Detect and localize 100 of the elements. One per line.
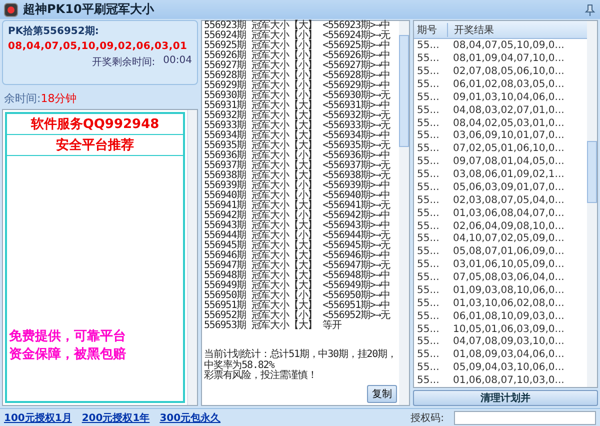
table-cell-text: 55... xyxy=(416,194,440,206)
table-cell-text: 55... xyxy=(416,375,440,386)
table-cell-text: 09,07,08,01,04,05,0... xyxy=(452,156,564,168)
table-cell-text: 02,06,04,09,08,10,0... xyxy=(452,220,564,232)
table-cell-text: 05,09,04,03,10,06,0... xyxy=(452,362,564,374)
table-cell-text: 55... xyxy=(416,78,440,90)
table-cell-text: 02,07,08,05,06,10,0... xyxy=(452,66,564,77)
table-cell-text: 02,03,08,07,05,04,0... xyxy=(452,194,564,206)
table-cell-text: 04,10,07,02,05,09,0... xyxy=(452,233,564,244)
pin-icon[interactable] xyxy=(584,4,596,16)
remaining-value: 18分钟 xyxy=(40,91,77,106)
log-line: 556950期 冠军大小【小】 <556950期>→中 xyxy=(204,291,392,301)
table-cell-text: 07,05,08,03,06,04,0... xyxy=(452,272,564,283)
summary-text: 当前计划统计：总计51期，中30期，挂20期，中奖率为58.82% xyxy=(204,349,397,371)
log-line: 556933期 冠军大小【大】 <556933期>→无 xyxy=(204,121,392,131)
copy-button[interactable]: 复制 xyxy=(367,385,397,403)
table-cell-text: 55... xyxy=(416,92,440,103)
app-icon xyxy=(4,2,18,16)
table-cell-text: 55... xyxy=(416,208,440,219)
log-line: 556953期 冠军大小【大】 等开 xyxy=(204,321,343,331)
remaining-label: 余时间: xyxy=(4,91,41,106)
table-cell-text: 01,03,06,08,04,07,0... xyxy=(452,208,564,219)
table-cell-text: 55... xyxy=(416,169,440,180)
table-cell-text: 08,04,02,05,03,01,0... xyxy=(452,118,564,128)
table-cell-text: 01,03,10,06,02,08,0... xyxy=(452,298,564,309)
table-cell-text: 55... xyxy=(416,40,440,52)
table-cell-text: 03,06,09,10,01,07,0... xyxy=(452,130,564,142)
log-line: 556945期 冠军大小【大】 <556945期>→无 xyxy=(204,241,392,251)
table-cell-text: 55... xyxy=(416,324,440,334)
table-cell-text: 01,09,03,08,10,06,0... xyxy=(452,284,564,296)
table-cell-text: 55... xyxy=(416,349,440,360)
table-cell-text: 03,01,06,10,05,09,0... xyxy=(452,259,564,270)
table-cell-text: 01,06,08,07,10,03,0... xyxy=(452,375,564,386)
table-cell-text: 55... xyxy=(416,156,440,168)
license-link[interactable]: 200元授权1年 xyxy=(82,410,150,424)
scrollbar[interactable] xyxy=(587,21,597,387)
log-line: 556939期 冠军大小【小】 <556939期>→中 xyxy=(204,181,392,191)
draw-numbers: 08,04,07,05,10,09,02,06,03,01 xyxy=(8,41,188,52)
log-line: 556940期 冠军大小【小】 <556940期>→中 xyxy=(204,191,392,201)
table-cell-text: 08,01,09,04,07,10,0... xyxy=(452,53,564,64)
log-line: 556943期 冠军大小【大】 <556943期>→中 xyxy=(204,221,392,231)
table-cell-text: 04,08,03,02,07,01,0... xyxy=(452,104,564,116)
table-cell-text: 07,02,05,01,06,10,0... xyxy=(452,143,564,154)
log-line: 556928期 冠军大小【小】 <556928期>→中 xyxy=(204,71,392,81)
log-line: 556923期 冠军大小【大】 <556923期>→中 xyxy=(204,21,392,31)
auth-code-field[interactable] xyxy=(454,410,596,424)
log-line: 556942期 冠军大小【小】 <556942期>→中 xyxy=(204,211,392,221)
log-line: 556927期 冠军大小【小】 <556927期>→中 xyxy=(204,61,392,71)
license-link[interactable]: 300元包永久 xyxy=(160,410,221,424)
log-line: 556941期 冠军大小【大】 <556941期>→无 xyxy=(204,201,392,211)
log-line: 556948期 冠军大小【大】 <556948期>→中 xyxy=(204,271,392,281)
log-line: 556930期 冠军大小【小】 <556930期>→无 xyxy=(204,91,392,101)
table-cell-text: 55... xyxy=(416,272,440,283)
table-cell-text: 55... xyxy=(416,246,440,258)
log-line: 556947期 冠军大小【大】 <556947期>→无 xyxy=(204,261,392,271)
table-cell-text: 55... xyxy=(416,220,440,232)
ad-text: 软件服务QQ992948 xyxy=(7,114,183,135)
table-cell-text: 55... xyxy=(416,118,440,128)
log-line: 556929期 冠军大小【小】 <556929期>→中 xyxy=(204,81,392,91)
column-header[interactable]: 期号 xyxy=(414,22,448,37)
log-line: 556934期 冠军大小【大】 <556934期>→中 xyxy=(204,131,392,141)
table-cell-text: 05,08,07,01,06,09,0... xyxy=(452,246,564,258)
window-title: 超神PK10平刷冠军大小 xyxy=(23,1,154,18)
table-cell-text: 55... xyxy=(416,66,440,77)
table-cell-text: 10,05,01,06,03,09,0... xyxy=(452,324,564,334)
table-cell-text: 01,08,09,03,04,06,0... xyxy=(452,349,564,360)
promo-text: 免费提供，可靠平台 xyxy=(8,328,127,345)
log-line: 556952期 冠军大小【小】 <556952期>→无 xyxy=(204,311,392,321)
table-cell-text: 55... xyxy=(416,233,440,244)
table-cell-text: 55... xyxy=(416,130,440,142)
countdown-label: 开奖剩余时间: xyxy=(92,56,156,69)
license-link[interactable]: 100元授权1月 xyxy=(4,410,72,424)
warning-text: 彩票有风险，投注需谨慎！ xyxy=(204,371,318,381)
log-line: 556924期 冠军大小【小】 <556924期>→无 xyxy=(204,31,392,41)
table-cell-text: 03,08,06,01,09,02,1... xyxy=(452,169,564,180)
log-line: 556951期 冠军大小【大】 <556951期>→中 xyxy=(204,301,392,311)
log-line: 556935期 冠军大小【大】 <556935期>→无 xyxy=(204,141,392,151)
log-line: 556926期 冠军大小【小】 <556926期>→中 xyxy=(204,51,392,61)
log-line: 556944期 冠军大小【小】 <556944期>→无 xyxy=(204,231,392,241)
table-cell-text: 55... xyxy=(416,298,440,309)
log-line: 556946期 冠军大小【大】 <556946期>→中 xyxy=(204,251,392,261)
table-cell-text: 55... xyxy=(416,362,440,374)
table-cell-text: 55... xyxy=(416,53,440,64)
clear-plan-button[interactable]: 清理计划并 xyxy=(413,390,598,406)
table-cell-text: 55... xyxy=(416,259,440,270)
log-line: 556932期 冠军大小【大】 <556932期>→无 xyxy=(204,111,392,121)
log-line: 556937期 冠军大小【大】 <556937期>→无 xyxy=(204,161,392,171)
table-cell-text: 06,01,08,10,09,03,0... xyxy=(452,310,564,322)
table-cell-text: 55... xyxy=(416,182,440,193)
scrollbar[interactable] xyxy=(187,110,197,405)
period-label: PK拾第556952期: xyxy=(8,24,100,38)
log-line: 556931期 冠军大小【大】 <556931期>→中 xyxy=(204,101,392,111)
table-cell-text: 55... xyxy=(416,336,440,348)
column-header[interactable]: 开奖结果 xyxy=(448,22,494,37)
table-cell-text: 06,01,02,08,03,05,0... xyxy=(452,78,564,90)
promo-text: 资金保障，被黑包赔 xyxy=(8,346,127,363)
log-line: 556938期 冠军大小【大】 <556938期>→无 xyxy=(204,171,392,181)
scrollbar[interactable] xyxy=(399,21,409,405)
countdown-value: 00:04 xyxy=(163,55,192,68)
auth-code-label: 授权码: xyxy=(410,412,444,424)
